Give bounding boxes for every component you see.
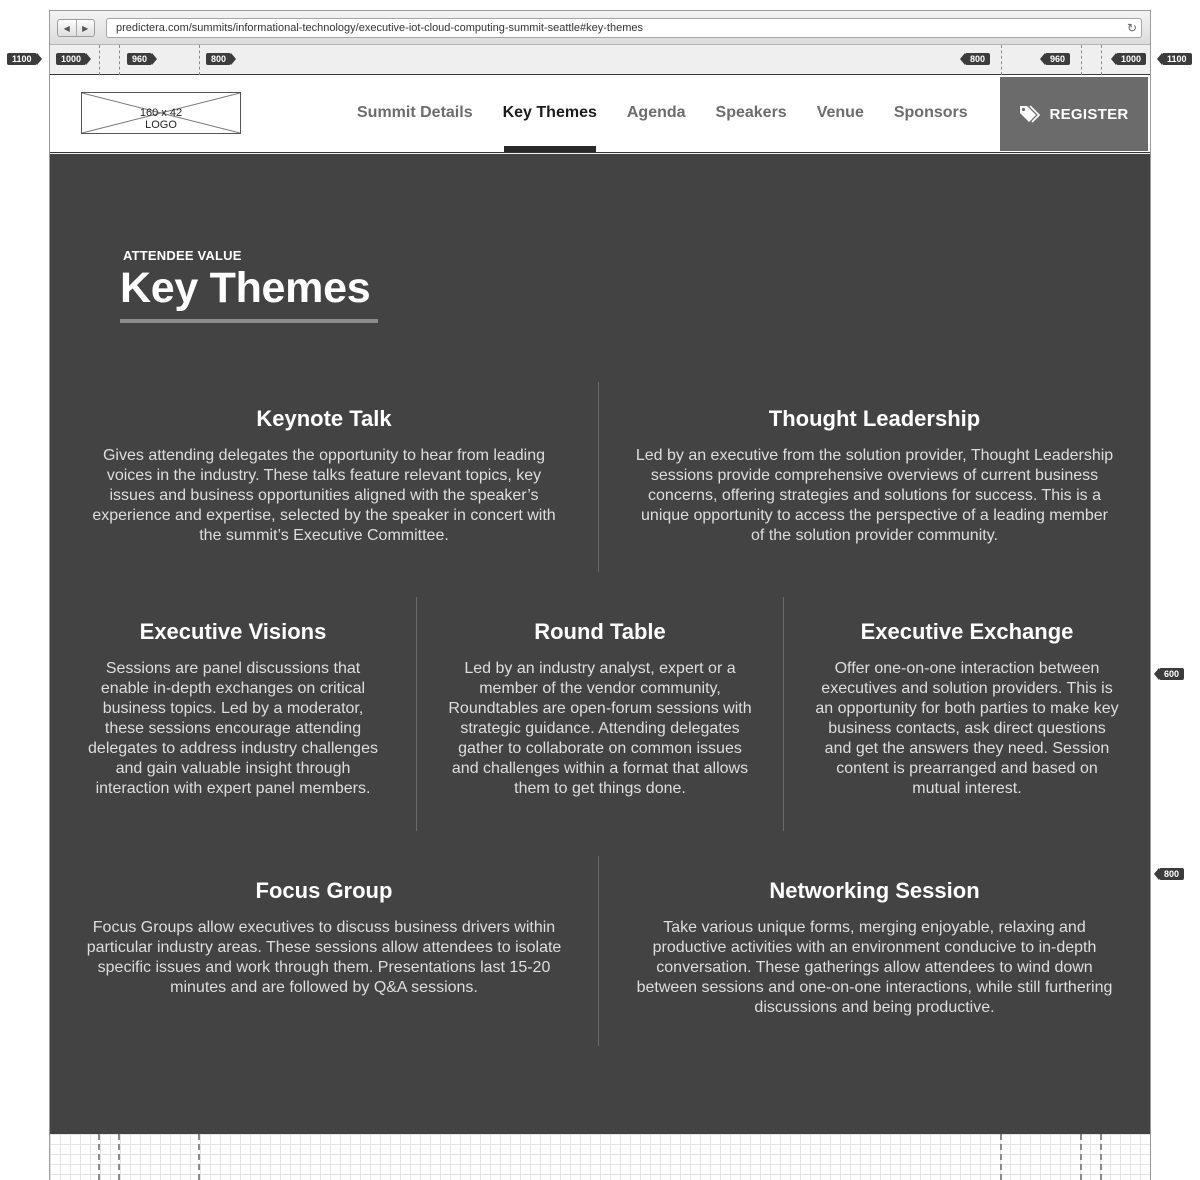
- theme-card: Thought Leadership Led by an executive f…: [598, 382, 1150, 572]
- theme-description: Offer one-on-one interaction between exe…: [815, 660, 1119, 797]
- back-button[interactable]: ◀: [58, 20, 76, 36]
- breakpoint-marker: 1000: [1110, 53, 1147, 65]
- theme-description: Gives attending delegates the opportunit…: [92, 447, 556, 544]
- theme-description: Take various unique forms, merging enjoy…: [636, 919, 1113, 1016]
- nav-agenda[interactable]: Agenda: [612, 75, 701, 152]
- theme-card: Networking Session Take various unique f…: [598, 856, 1150, 1046]
- theme-title: Thought Leadership: [768, 406, 981, 431]
- main-nav: Summit Details Key Themes Agenda Speakers Ve…: [342, 75, 983, 152]
- grid-guide: [1000, 1134, 1002, 1180]
- breakpoint-marker: 1100: [1157, 53, 1192, 65]
- address-bar[interactable]: predictera.com/summits/informational-tec…: [106, 18, 1142, 38]
- nav-sponsors[interactable]: Sponsors: [879, 75, 983, 152]
- theme-description: Led by an executive from the solution pr…: [635, 447, 1114, 544]
- theme-title: Round Table: [534, 619, 666, 644]
- breakpoint-marker: 1100: [7, 53, 41, 65]
- logo-text: 160 x 42 LOGO: [82, 107, 240, 131]
- logo-label: LOGO: [145, 119, 177, 131]
- theme-title: Executive Visions: [139, 619, 327, 644]
- reload-icon[interactable]: ↻: [1127, 19, 1137, 37]
- theme-description: Led by an industry analyst, expert or a …: [448, 660, 752, 797]
- theme-title: Executive Exchange: [860, 619, 1074, 644]
- section-eyebrow: ATTENDEE VALUE: [123, 248, 242, 263]
- breakpoint-marker: 800: [1153, 868, 1185, 880]
- ruler-guide: [1001, 45, 1002, 75]
- nav-venue[interactable]: Venue: [802, 75, 879, 152]
- history-buttons: ◀ ▶: [57, 19, 95, 37]
- grid-guide: [118, 1134, 120, 1180]
- register-label: REGISTER: [1049, 105, 1129, 123]
- site-header: 160 x 42 LOGO Summit Details Key Themes Ag…: [50, 75, 1150, 153]
- browser-toolbar: ◀ ▶ predictera.com/summits/informational…: [50, 11, 1150, 45]
- breakpoint-marker: 960: [1039, 53, 1071, 65]
- breakpoint-marker: 800: [206, 53, 237, 65]
- theme-row: Keynote Talk Gives attending delegates t…: [50, 382, 1150, 572]
- nav-summit-details[interactable]: Summit Details: [342, 75, 488, 152]
- theme-row: Focus Group Focus Groups allow executive…: [50, 856, 1150, 1046]
- title-underline: [120, 319, 378, 323]
- ruler-guide: [1101, 45, 1102, 75]
- theme-title: Keynote Talk: [256, 406, 392, 431]
- theme-description: Focus Groups allow executives to discuss…: [86, 919, 562, 996]
- breakpoint-marker: 960: [127, 53, 158, 65]
- key-themes-section: ATTENDEE VALUE Key Themes Keynote Talk G…: [50, 154, 1150, 1134]
- register-button[interactable]: REGISTER: [1000, 77, 1148, 151]
- tag-icon: [1020, 105, 1041, 123]
- grid-guide: [1100, 1134, 1102, 1180]
- logo-size-label: 160 x 42: [139, 107, 183, 119]
- breakpoint-marker: 800: [959, 53, 991, 65]
- theme-card: Round Table Led by an industry analyst, …: [416, 597, 783, 831]
- nav-key-themes[interactable]: Key Themes: [488, 75, 612, 152]
- breakpoint-marker: 1000: [56, 53, 92, 65]
- theme-card: Keynote Talk Gives attending delegates t…: [50, 382, 598, 572]
- forward-button[interactable]: ▶: [75, 20, 95, 36]
- layout-grid: [50, 1134, 1150, 1180]
- ruler-guide: [119, 45, 120, 75]
- logo-placeholder[interactable]: 160 x 42 LOGO: [81, 92, 241, 134]
- ruler-guide: [199, 45, 200, 75]
- theme-card: Executive Exchange Offer one-on-one inte…: [783, 597, 1150, 831]
- theme-row: Executive Visions Sessions are panel dis…: [50, 597, 1150, 831]
- nav-speakers[interactable]: Speakers: [701, 75, 802, 152]
- grid-guide: [198, 1134, 200, 1180]
- theme-card: Executive Visions Sessions are panel dis…: [50, 597, 416, 831]
- breakpoint-marker: 600: [1153, 668, 1185, 680]
- ruler-guide: [99, 45, 100, 75]
- ruler-guide: [1081, 45, 1082, 75]
- grid-guide: [98, 1134, 100, 1180]
- theme-card: Focus Group Focus Groups allow executive…: [50, 856, 598, 1046]
- section-title: Key Themes: [120, 264, 371, 312]
- theme-title: Focus Group: [255, 878, 393, 903]
- grid-guide: [1080, 1134, 1082, 1180]
- theme-title: Networking Session: [769, 878, 980, 903]
- theme-description: Sessions are panel discussions that enab…: [88, 660, 378, 797]
- url-text: predictera.com/summits/informational-tec…: [116, 22, 643, 34]
